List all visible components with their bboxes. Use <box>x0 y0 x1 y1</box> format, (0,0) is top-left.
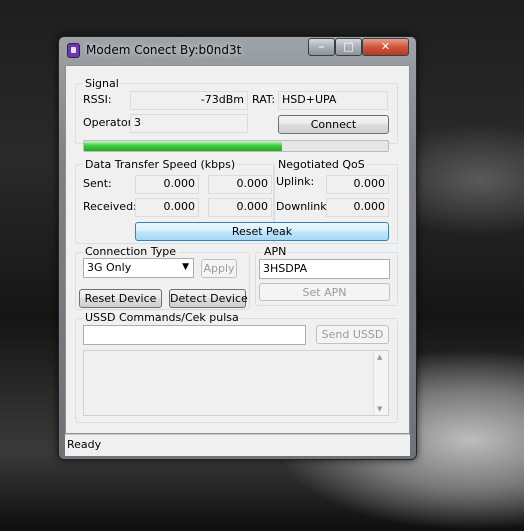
scroll-down-icon[interactable]: ▼ <box>377 405 382 413</box>
connection-type-select[interactable]: 3G Only ▼ <box>83 258 194 278</box>
connection-group-label: Connection Type <box>83 245 179 258</box>
window-title: Modem Conect By:b0nd3t <box>86 43 242 57</box>
close-icon: ✕ <box>380 40 391 53</box>
operator-label: Operator: <box>83 116 136 129</box>
uplink-label: Uplink: <box>276 175 315 188</box>
ussd-group-label: USSD Commands/Cek pulsa <box>83 311 241 324</box>
sent-label: Sent: <box>83 177 112 190</box>
ussd-output-area[interactable]: ▲ ▼ <box>83 350 389 416</box>
app-icon <box>67 43 80 58</box>
modem-window: Modem Conect By:b0nd3t ⎯ □ ✕ Signal RSSI… <box>58 36 417 460</box>
downlink-label: Downlink: <box>276 200 331 213</box>
client-area: Signal RSSI: -73dBm RAT: HSD+UPA Operato… <box>65 65 410 434</box>
received-peak: 0.000 <box>208 198 272 217</box>
operator-value: 3 <box>130 114 248 133</box>
reset-device-button[interactable]: Reset Device <box>79 289 162 308</box>
downlink-value: 0.000 <box>326 198 389 217</box>
ussd-input[interactable] <box>83 325 306 345</box>
status-text: Ready <box>67 438 102 451</box>
rssi-label: RSSI: <box>83 93 112 106</box>
uplink-value: 0.000 <box>326 175 389 194</box>
rssi-value: -73dBm <box>130 91 248 110</box>
signal-strength-bar <box>83 140 389 152</box>
sent-peak: 0.000 <box>208 175 272 194</box>
rat-label: RAT: <box>252 93 276 106</box>
signal-group-label: Signal <box>83 77 121 90</box>
connection-type-value: 3G Only <box>87 261 132 274</box>
close-button[interactable]: ✕ <box>362 38 409 56</box>
status-bar: Ready <box>65 434 410 456</box>
qos-group-label: Negotiated QoS <box>276 158 367 171</box>
ussd-scrollbar[interactable]: ▲ ▼ <box>373 351 388 415</box>
scroll-up-icon[interactable]: ▲ <box>377 353 382 361</box>
maximize-icon: □ <box>343 40 354 53</box>
maximize-button[interactable]: □ <box>335 38 362 56</box>
apn-group-label: APN <box>262 245 289 258</box>
minimize-icon: ⎯ <box>318 40 325 53</box>
received-current: 0.000 <box>135 198 199 217</box>
detect-device-button[interactable]: Detect Device <box>169 289 248 308</box>
rat-value: HSD+UPA <box>278 91 388 110</box>
reset-peak-button[interactable]: Reset Peak <box>135 222 389 241</box>
minimize-button[interactable]: ⎯ <box>308 38 335 56</box>
set-apn-button[interactable]: Set APN <box>259 283 390 301</box>
sent-current: 0.000 <box>135 175 199 194</box>
received-label: Received: <box>83 200 137 213</box>
connect-button[interactable]: Connect <box>278 115 389 134</box>
signal-strength-fill <box>84 141 282 151</box>
send-ussd-button[interactable]: Send USSD <box>316 325 389 344</box>
title-bar[interactable]: Modem Conect By:b0nd3t ⎯ □ ✕ <box>59 37 416 63</box>
apn-input[interactable]: 3HSDPA <box>259 259 390 279</box>
transfer-group-label: Data Transfer Speed (kbps) <box>83 158 238 171</box>
apply-button[interactable]: Apply <box>201 259 237 278</box>
dropdown-arrow-icon: ▼ <box>182 262 189 272</box>
